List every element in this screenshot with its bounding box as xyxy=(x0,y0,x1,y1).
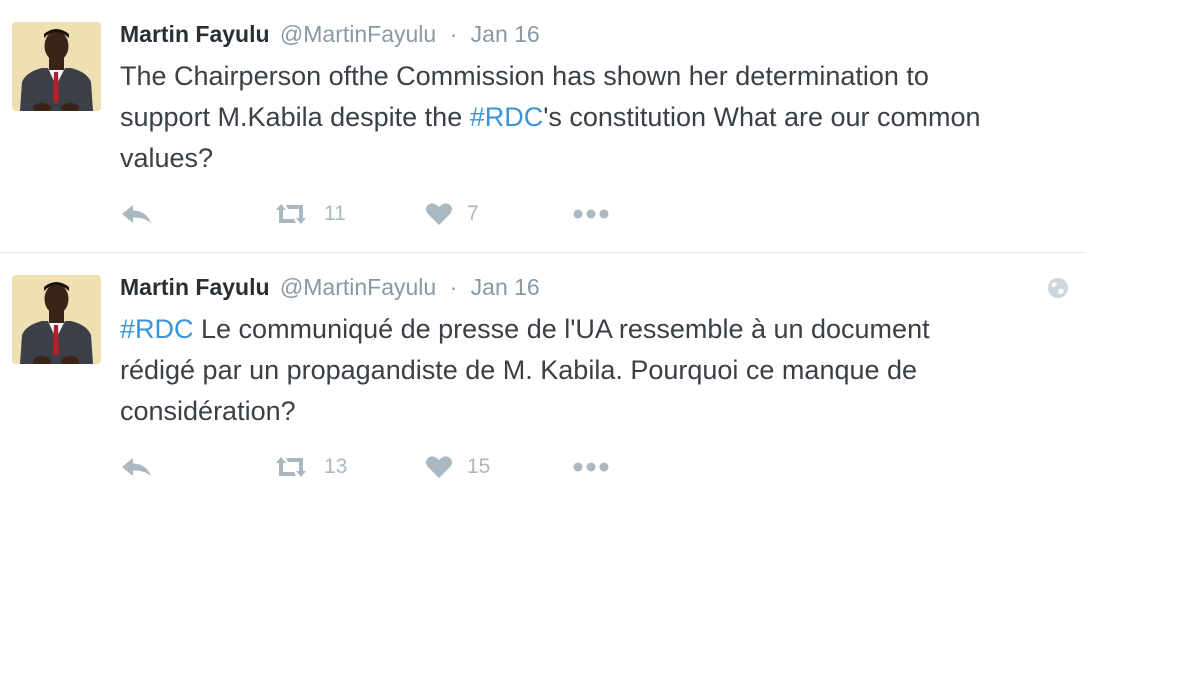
tweet-actions: 13 15 xyxy=(120,449,640,485)
heart-icon xyxy=(426,203,452,225)
tweet-text-segment: support M.Kabila despite the xyxy=(120,102,470,132)
reply-icon xyxy=(122,458,151,476)
avatar[interactable] xyxy=(12,22,101,111)
tweet-text-segment: 's constitution What are our common xyxy=(543,102,981,132)
separator-dot: · xyxy=(449,21,458,47)
retweet-button[interactable]: 11 xyxy=(272,196,346,232)
avatar[interactable] xyxy=(12,275,101,364)
tweet-text-line: #RDC Le communiqué de presse de l'UA res… xyxy=(120,309,1070,350)
author-handle[interactable]: @MartinFayulu xyxy=(280,274,436,300)
tweet-text-segment: considération? xyxy=(120,396,296,426)
like-count: 7 xyxy=(467,202,479,225)
tweet-header: Martin Fayulu @MartinFayulu · Jan 16 xyxy=(120,269,1070,305)
retweet-count: 11 xyxy=(324,202,346,225)
reply-icon xyxy=(122,205,151,223)
tweet[interactable]: Martin Fayulu @MartinFayulu · Jan 16 The… xyxy=(0,0,1085,253)
tweet-text-line: rédigé par un propagandiste de M. Kabila… xyxy=(120,350,1070,391)
like-button[interactable]: 15 xyxy=(425,449,490,485)
author-handle[interactable]: @MartinFayulu xyxy=(280,21,436,47)
retweet-icon xyxy=(276,457,306,477)
tweet-text-line: The Chairperson ofthe Commission has sho… xyxy=(120,56,1070,97)
tweet-content: Martin Fayulu @MartinFayulu · Jan 16 #RD… xyxy=(120,269,1070,432)
tweet-text-segment: values? xyxy=(120,143,214,173)
tweet[interactable]: Martin Fayulu @MartinFayulu · Jan 16 #RD… xyxy=(0,253,1085,503)
tweet-content: Martin Fayulu @MartinFayulu · Jan 16 The… xyxy=(120,16,1070,179)
reply-button[interactable] xyxy=(120,449,154,485)
reply-button[interactable] xyxy=(120,196,154,232)
tweet-text: #RDC Le communiqué de presse de l'UA res… xyxy=(120,309,1070,432)
like-count: 15 xyxy=(467,455,491,478)
author-name[interactable]: Martin Fayulu xyxy=(120,21,270,47)
tweet-timestamp[interactable]: Jan 16 xyxy=(471,274,540,300)
retweet-icon xyxy=(276,204,306,224)
more-button[interactable] xyxy=(572,196,610,232)
hashtag-link[interactable]: #RDC xyxy=(470,102,544,132)
more-button[interactable] xyxy=(572,449,610,485)
tweet-text-line: values? xyxy=(120,138,1070,179)
tweet-header: Martin Fayulu @MartinFayulu · Jan 16 xyxy=(120,16,1070,52)
retweet-count: 13 xyxy=(324,455,348,478)
hashtag-link[interactable]: #RDC xyxy=(120,314,194,344)
like-button[interactable]: 7 xyxy=(425,196,479,232)
tweet-text: The Chairperson ofthe Commission has sho… xyxy=(120,56,1070,179)
more-icon xyxy=(573,462,609,472)
tweet-text-segment: rédigé par un propagandiste de M. Kabila… xyxy=(120,355,918,385)
tweet-text-line: considération? xyxy=(120,391,1070,432)
retweet-button[interactable]: 13 xyxy=(272,449,347,485)
tweet-text-segment: Le communiqué de presse de l'UA ressembl… xyxy=(193,314,930,344)
heart-icon xyxy=(426,456,452,478)
author-name[interactable]: Martin Fayulu xyxy=(120,274,270,300)
tweet-text-segment: The Chairperson ofthe Commission has sho… xyxy=(120,61,929,91)
tweet-actions: 11 7 xyxy=(120,196,640,232)
separator-dot: · xyxy=(449,274,458,300)
tweet-text-line: support M.Kabila despite the #RDC's cons… xyxy=(120,97,1070,138)
more-icon xyxy=(573,209,609,219)
timeline: Martin Fayulu @MartinFayulu · Jan 16 The… xyxy=(0,0,1200,675)
tweet-timestamp[interactable]: Jan 16 xyxy=(471,21,540,47)
